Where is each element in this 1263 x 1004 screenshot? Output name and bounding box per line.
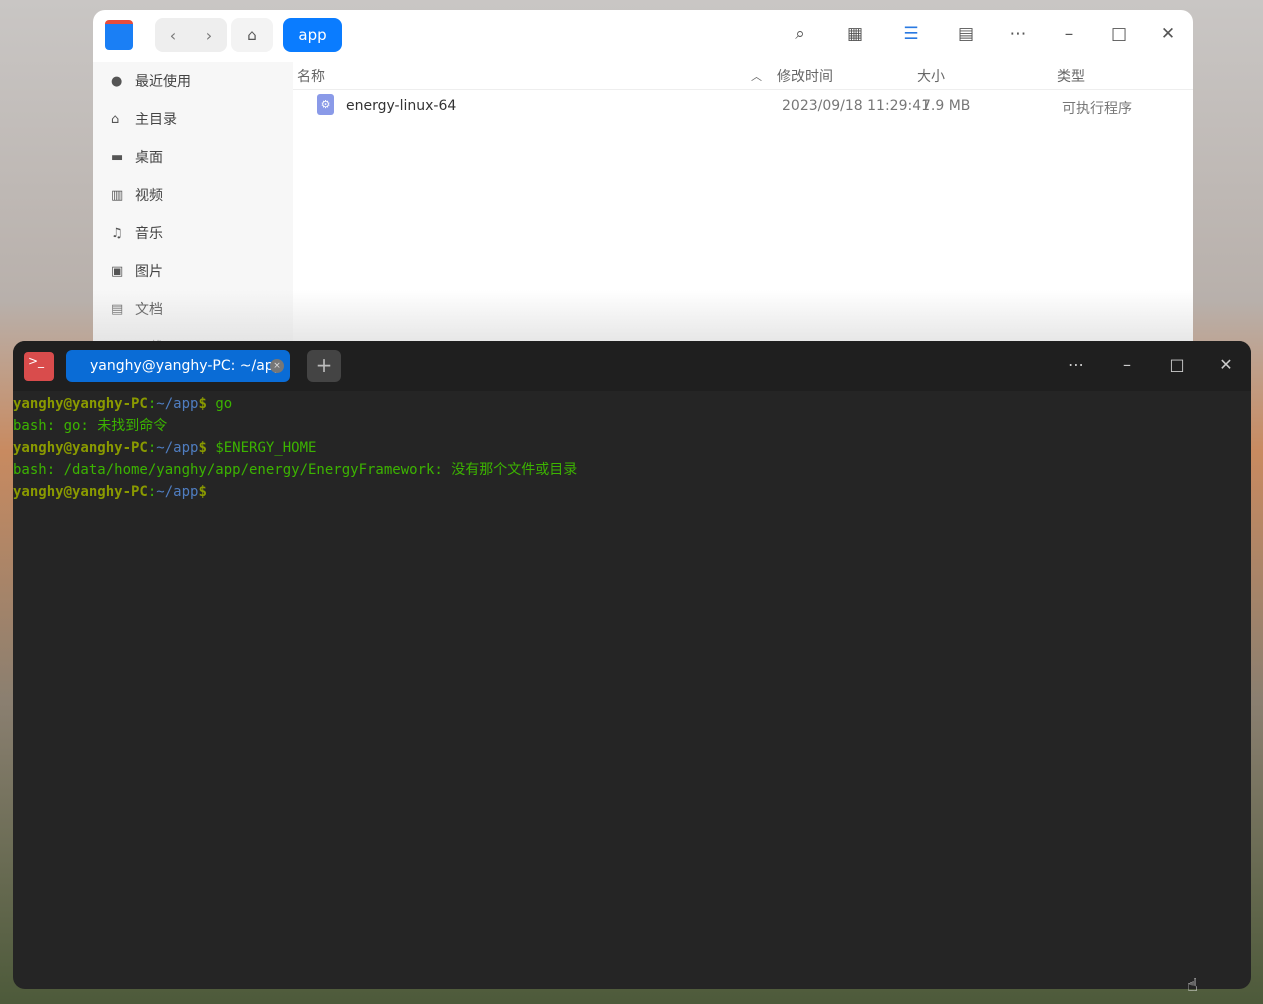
new-tab-button[interactable]: + — [307, 350, 341, 382]
terminal-logo-icon: >_ — [24, 352, 54, 381]
maximize-icon[interactable]: □ — [1165, 355, 1189, 374]
executable-file-icon: ⚙ — [317, 94, 334, 115]
terminal-line: yanghy@yanghy-PC:~/app$ — [13, 484, 207, 500]
detail-view-icon[interactable]: ▤ — [954, 24, 978, 44]
desktop-icon: ▬ — [111, 149, 124, 165]
minimize-icon[interactable]: – — [1115, 355, 1139, 374]
image-icon: ▣ — [111, 263, 124, 279]
prompt-path: ~/app — [156, 440, 199, 456]
mouse-cursor-icon: ☝ — [1187, 975, 1198, 996]
music-icon: ♫ — [111, 225, 123, 241]
file-manager-logo-icon — [105, 20, 133, 50]
terminal-line: yanghy@yanghy-PC:~/app$ $ENERGY_HOME — [13, 440, 317, 456]
menu-icon[interactable]: ⋯ — [1064, 355, 1088, 374]
tab-close-icon[interactable]: × — [270, 359, 284, 373]
sidebar-item-desktop[interactable]: ▬ 桌面 — [93, 138, 293, 176]
file-type: 可执行程序 — [1062, 101, 1132, 117]
column-type[interactable]: 类型 — [1057, 66, 1085, 86]
terminal-window: >_ yanghy@yanghy-PC: ~/app × + ⋯ – □ ✕ ya… — [13, 341, 1251, 989]
back-button[interactable]: ‹ — [155, 18, 191, 52]
close-icon[interactable]: ✕ — [1214, 355, 1238, 374]
file-name: energy-linux-64 — [346, 98, 457, 114]
search-icon[interactable]: ⌕ — [788, 24, 812, 44]
sidebar-item-home[interactable]: ⌂ 主目录 — [93, 100, 293, 138]
home-icon: ⌂ — [111, 111, 120, 127]
terminal-output[interactable]: yanghy@yanghy-PC:~/app$ go bash: go: 未找到命… — [13, 391, 1251, 503]
command-text: go — [215, 396, 233, 412]
file-row[interactable]: ⚙ energy-linux-64 2023/09/18 11:29:41 7.… — [293, 92, 1193, 120]
maximize-icon[interactable]: □ — [1107, 24, 1131, 44]
minimize-icon[interactable]: – — [1057, 24, 1081, 44]
nav-buttons: ‹ › — [155, 18, 227, 52]
prompt-path: ~/app — [156, 396, 199, 412]
terminal-line: yanghy@yanghy-PC:~/app$ go — [13, 396, 233, 412]
file-size: 7.9 MB — [922, 98, 971, 114]
file-modified: 2023/09/18 11:29:41 — [782, 98, 931, 114]
clock-icon: ● — [111, 73, 123, 89]
output-text: bash: go: 未找到命令 — [13, 418, 168, 434]
forward-button[interactable]: › — [191, 18, 227, 52]
terminal-line: bash: /data/home/yanghy/app/energy/Energ… — [13, 459, 1251, 481]
file-manager-window: ‹ › ⌂ app ⌕ ▦ ☰ ▤ ⋯ – □ ✕ ● 最近使用 ⌂ 主目录 ▬ 桌面… — [93, 10, 1193, 350]
command-text: $ENERGY_HOME — [215, 440, 317, 456]
film-icon: ▥ — [111, 187, 124, 203]
sidebar-item-pictures[interactable]: ▣ 图片 — [93, 252, 293, 290]
prompt-user: yanghy@yanghy-PC — [13, 484, 148, 500]
column-name[interactable]: 名称 — [297, 66, 325, 86]
sidebar-item-music[interactable]: ♫ 音乐 — [93, 214, 293, 252]
menu-icon[interactable]: ⋯ — [1006, 24, 1030, 44]
terminal-line: bash: go: 未找到命令 — [13, 415, 1251, 437]
sidebar-item-recent[interactable]: ● 最近使用 — [93, 62, 293, 100]
sort-ascending-icon[interactable]: ︿ — [751, 68, 762, 84]
column-size[interactable]: 大小 — [917, 66, 945, 86]
column-modified[interactable]: 修改时间 — [777, 66, 833, 86]
icon-view-icon[interactable]: ▦ — [843, 24, 867, 44]
prompt-user: yanghy@yanghy-PC — [13, 396, 148, 412]
close-icon[interactable]: ✕ — [1156, 24, 1180, 44]
output-text: bash: /data/home/yanghy/app/energy/Energ… — [13, 462, 578, 478]
terminal-tab[interactable]: yanghy@yanghy-PC: ~/app × — [66, 350, 290, 382]
breadcrumb-app[interactable]: app — [283, 18, 342, 52]
terminal-titlebar: >_ yanghy@yanghy-PC: ~/app × + ⋯ – □ ✕ — [13, 341, 1251, 391]
column-headers: 名称 ︿ 修改时间 大小 类型 — [293, 62, 1193, 90]
home-button[interactable]: ⌂ — [231, 18, 273, 52]
sidebar-item-videos[interactable]: ▥ 视频 — [93, 176, 293, 214]
prompt-user: yanghy@yanghy-PC — [13, 440, 148, 456]
prompt-path: ~/app — [156, 484, 199, 500]
list-view-icon[interactable]: ☰ — [899, 24, 923, 44]
file-manager-titlebar: ‹ › ⌂ app ⌕ ▦ ☰ ▤ ⋯ – □ ✕ — [93, 10, 1193, 62]
